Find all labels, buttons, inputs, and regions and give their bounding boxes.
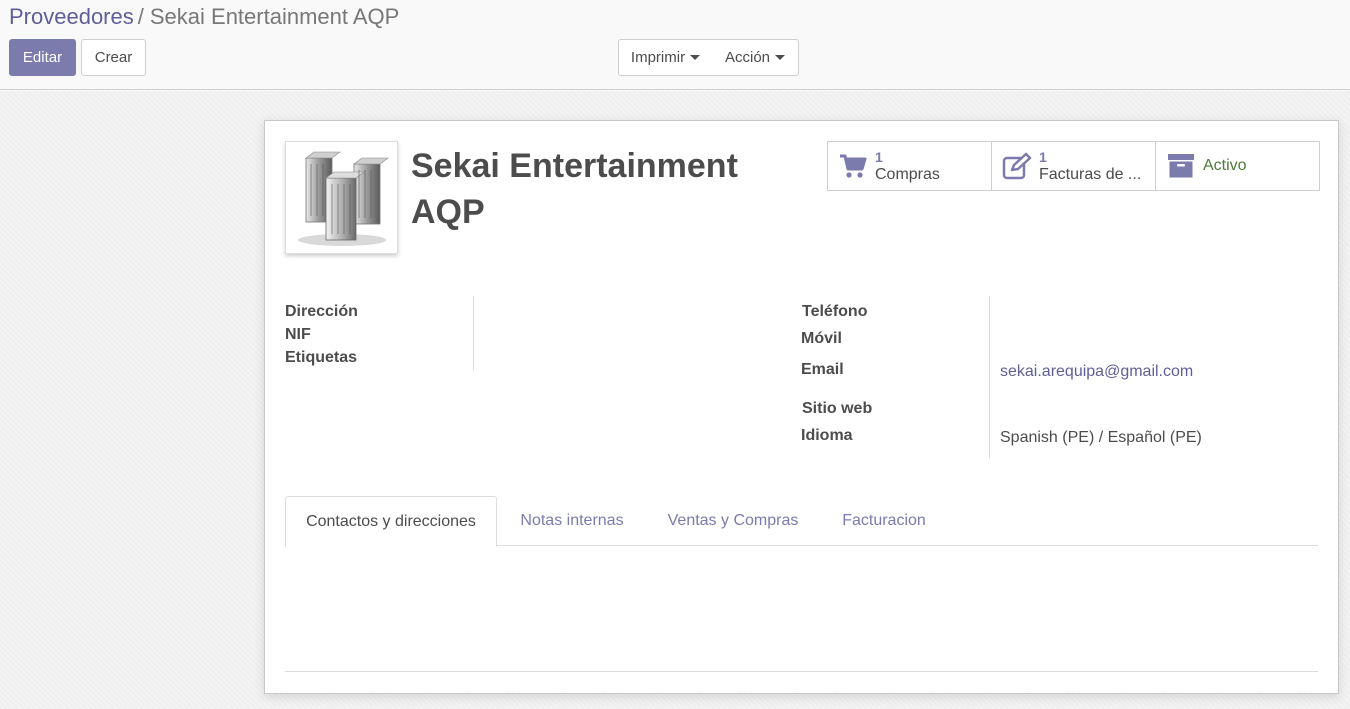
partner-avatar[interactable]: [285, 141, 398, 254]
action-button-label: Acción: [724, 49, 771, 66]
breadcrumb-parent-link[interactable]: Proveedores: [9, 4, 134, 29]
purchases-stat-text: 1 Compras: [875, 148, 940, 184]
tab-contacts-addresses[interactable]: Contactos y direcciones: [285, 496, 497, 547]
address-label: Dirección: [285, 303, 358, 320]
email-label: Email: [801, 361, 844, 378]
print-button-label: Imprimir: [630, 49, 686, 66]
invoices-stat-text: 1 Facturas de ...: [1039, 148, 1141, 184]
breadcrumb-separator: /: [137, 4, 144, 29]
tab-internal-notes[interactable]: Notas internas: [507, 496, 637, 546]
invoices-stat-button[interactable]: 1 Facturas de ...: [992, 142, 1156, 190]
tab-sales-purchases[interactable]: Ventas y Compras: [655, 496, 811, 546]
form-sheet: Sekai Entertainment AQP 1 Compras 1 Fact…: [264, 120, 1339, 694]
active-toggle-button[interactable]: Activo: [1156, 142, 1319, 190]
right-group-divider: [989, 296, 990, 458]
pencil-square-icon: [1002, 151, 1032, 181]
action-dropdown-button[interactable]: Acción: [712, 39, 799, 76]
breadcrumb: Proveedores / Sekai Entertainment AQP: [9, 4, 399, 30]
control-panel: Proveedores / Sekai Entertainment AQP Edit…: [0, 0, 1350, 90]
notebook-tabs: Contactos y direcciones Notas internas V…: [285, 496, 1318, 547]
print-dropdown-button[interactable]: Imprimir: [618, 39, 713, 76]
breadcrumb-current: Sekai Entertainment AQP: [149, 4, 400, 29]
invoices-count: 1: [1039, 149, 1047, 165]
website-label: Sitio web: [802, 400, 873, 417]
email-link[interactable]: sekai.arequipa@gmail.com: [1000, 363, 1193, 381]
create-button[interactable]: Crear: [81, 39, 146, 76]
mobile-label: Móvil: [801, 330, 842, 347]
partner-name: Sekai Entertainment AQP: [411, 147, 738, 231]
vat-label: NIF: [285, 326, 311, 343]
company-buildings-icon: [297, 151, 389, 246]
shopping-cart-icon: [838, 151, 868, 181]
archive-icon: [1166, 151, 1196, 181]
purchases-count: 1: [875, 149, 883, 165]
purchases-stat-button[interactable]: 1 Compras: [828, 142, 992, 190]
tags-label: Etiquetas: [285, 349, 358, 366]
tab-invoicing[interactable]: Facturacion: [831, 496, 937, 546]
purchases-label: Compras: [875, 166, 940, 183]
caret-down-icon: [775, 55, 786, 60]
left-group-divider: [473, 296, 474, 370]
edit-button[interactable]: Editar: [9, 39, 76, 76]
caret-down-icon: [690, 55, 701, 60]
language-label: Idioma: [801, 427, 853, 444]
language-value: Spanish (PE) / Español (PE): [1000, 429, 1202, 446]
tab-content-divider: [285, 671, 1318, 672]
active-status-label: Activo: [1203, 157, 1247, 174]
invoices-label: Facturas de ...: [1039, 166, 1142, 183]
smart-button-box: 1 Compras 1 Facturas de ... Activo: [827, 141, 1320, 191]
phone-label: Teléfono: [802, 303, 868, 320]
